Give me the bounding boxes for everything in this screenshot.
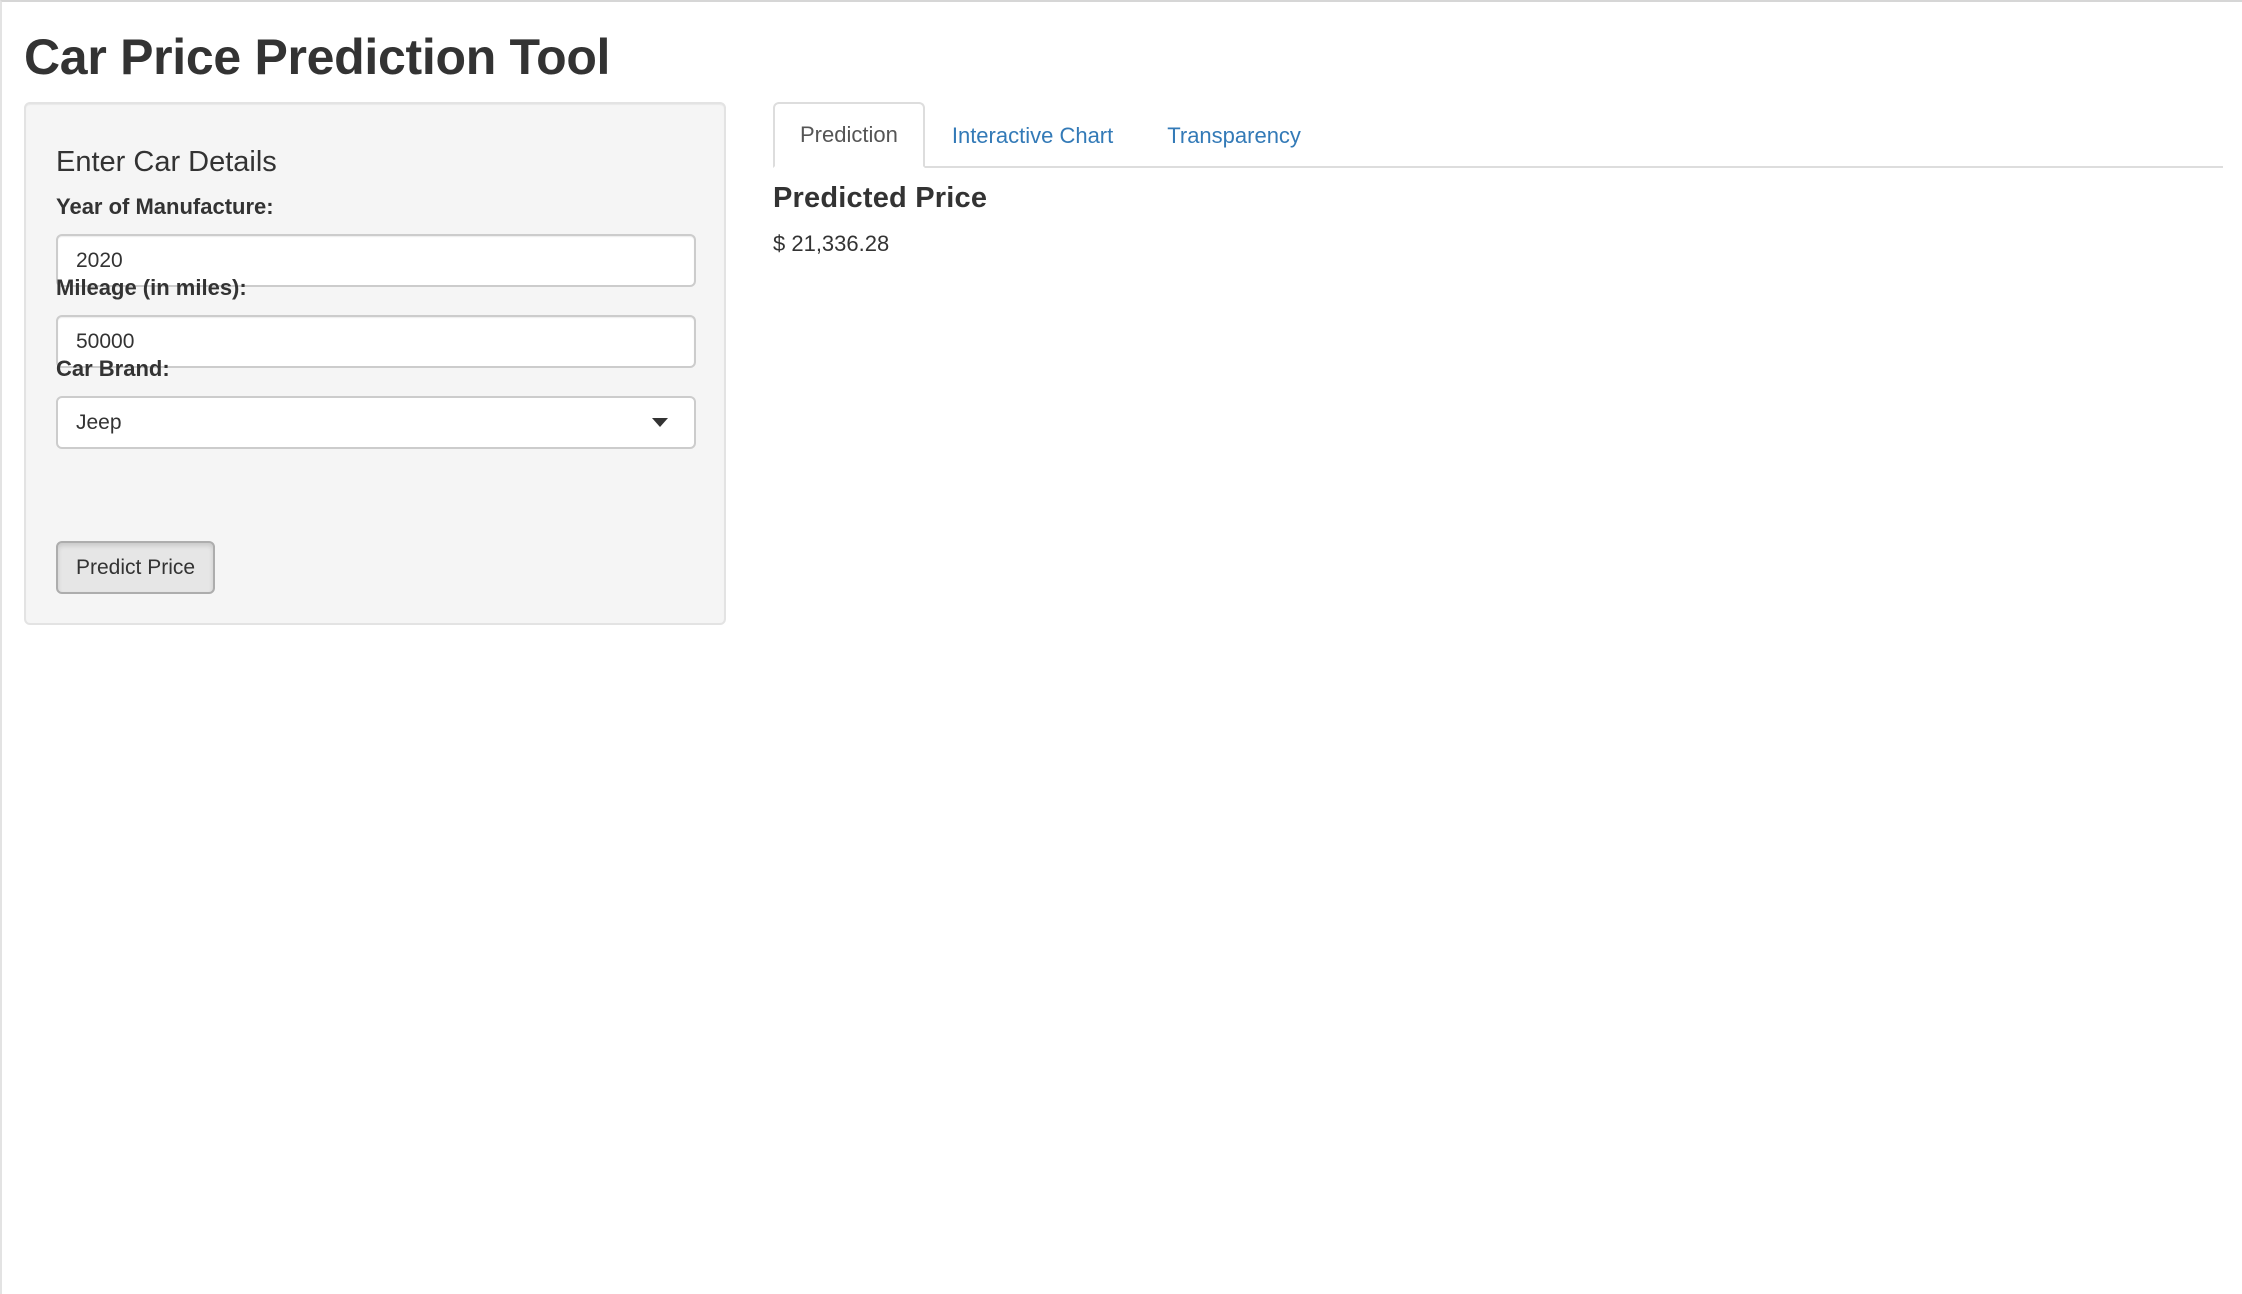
tab-interactive-chart[interactable]: Interactive Chart bbox=[925, 104, 1140, 168]
brand-select[interactable]: Jeep bbox=[56, 396, 696, 449]
tab-transparency[interactable]: Transparency bbox=[1140, 104, 1328, 168]
year-label: Year of Manufacture: bbox=[56, 194, 274, 219]
sidebar-heading: Enter Car Details bbox=[56, 146, 277, 178]
brand-label: Car Brand: bbox=[56, 356, 170, 381]
predicted-price-heading: Predicted Price bbox=[773, 182, 988, 214]
chevron-down-icon bbox=[652, 418, 668, 427]
main-panel: Prediction Interactive Chart Transparenc… bbox=[773, 102, 2223, 257]
tab-prediction[interactable]: Prediction bbox=[773, 102, 925, 168]
brand-select-value: Jeep bbox=[76, 410, 122, 434]
predicted-price-value: $ 21,336.28 bbox=[773, 231, 890, 256]
mileage-label: Mileage (in miles): bbox=[56, 275, 247, 300]
predict-price-button[interactable]: Predict Price bbox=[56, 541, 216, 594]
tab-bar: Prediction Interactive Chart Transparenc… bbox=[773, 102, 2223, 168]
page-title: Car Price Prediction Tool bbox=[24, 29, 611, 85]
sidebar-panel: Enter Car Details Year of Manufacture: M… bbox=[24, 102, 726, 625]
